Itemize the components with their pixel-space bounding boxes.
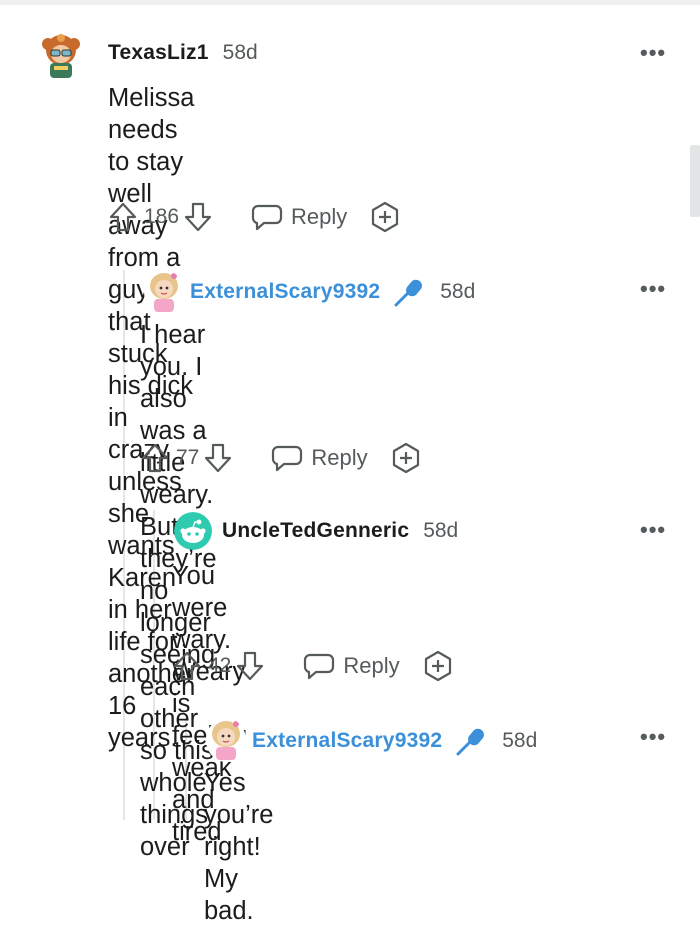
avatar[interactable] [174,512,212,550]
upvote-icon[interactable] [108,201,138,233]
downvote-icon[interactable] [235,650,265,682]
vote-count: 42 [208,654,232,677]
vote-count: 77 [176,446,200,469]
vote-count: 186 [144,205,180,228]
username[interactable]: TexasLiz1 [108,41,209,65]
comment-body: Yes you’re right! My bad. [204,767,273,927]
avatar-texasliz1-image [36,30,86,80]
more-options-icon[interactable]: ••• [640,40,666,66]
username[interactable]: UncleTedGenneric [222,519,409,543]
downvote-icon[interactable] [203,442,233,474]
reply-label: Reply [343,653,400,678]
avatar-externalscary-image [206,718,246,762]
top-divider [0,0,700,5]
comment-body-line: Melissa needs to stay well away from a g… [108,84,195,304]
microphone-icon [392,277,426,307]
username[interactable]: ExternalScary9392 [252,729,442,753]
comment-body-line: I hear you. I also was a little weary. B… [140,321,214,541]
more-options-icon[interactable]: ••• [640,276,666,302]
reply-label: Reply [291,204,348,229]
comment-body-line: Yes you’re right! My bad. [204,769,274,925]
reply-button[interactable]: Reply [251,203,347,231]
avatar[interactable] [206,718,246,762]
reply-button[interactable]: Reply [303,652,400,680]
more-options-icon[interactable]: ••• [640,517,666,543]
avatar-externalscary-image [144,270,184,314]
comment-actions: 77 Reply [140,442,422,474]
comment-age: 58d [440,280,476,303]
award-plus-icon[interactable] [369,201,401,233]
scrollbar-thumb[interactable] [690,145,700,217]
award-plus-icon[interactable] [390,442,422,474]
reply-button[interactable]: Reply [271,444,368,472]
award-plus-icon[interactable] [422,650,454,682]
comment-age: 58d [502,729,538,752]
more-options-icon[interactable]: ••• [640,724,666,750]
comment-age: 58d [423,519,459,542]
upvote-icon[interactable] [172,650,202,682]
upvote-icon[interactable] [140,442,170,474]
reply-bubble-icon [303,652,335,680]
reply-label: Reply [311,445,368,470]
reply-bubble-icon [271,444,303,472]
microphone-icon [454,726,488,756]
reply-bubble-icon [251,203,283,231]
comment-age: 58d [222,41,258,64]
comment-actions: 186 Reply [108,201,401,233]
username[interactable]: ExternalScary9392 [190,280,380,304]
avatar[interactable] [144,270,184,314]
downvote-icon[interactable] [183,201,213,233]
avatar[interactable] [36,30,86,80]
snoo-default-avatar-image [174,512,212,550]
comment-actions: 42 Reply [172,650,454,682]
